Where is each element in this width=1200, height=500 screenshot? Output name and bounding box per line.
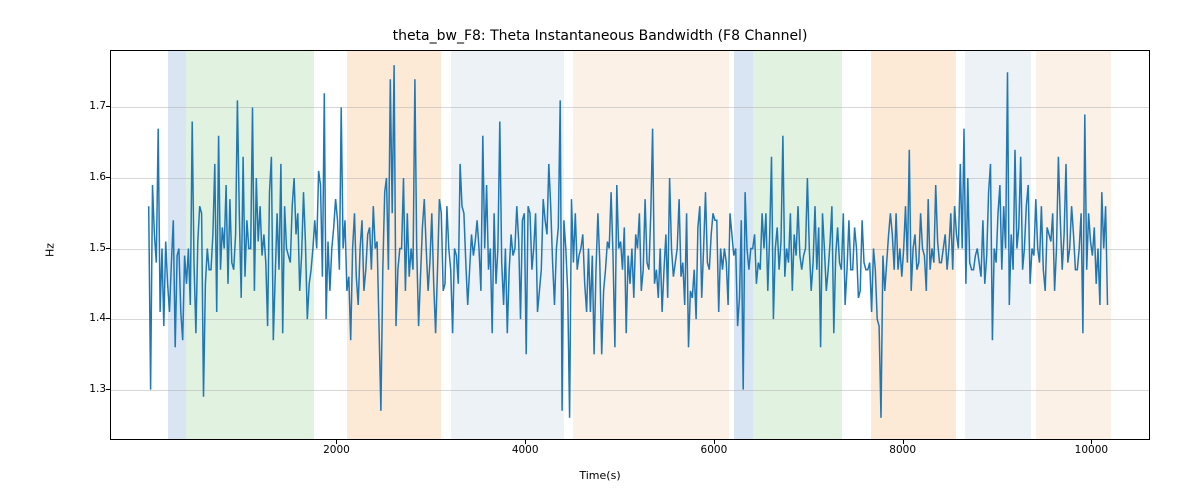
y-tick-label: 1.3 [66, 383, 106, 395]
chart-title: theta_bw_F8: Theta Instantaneous Bandwid… [0, 28, 1200, 44]
x-tick-label: 10000 [1075, 444, 1108, 456]
x-tick-label: 8000 [889, 444, 916, 456]
x-tick-label: 6000 [701, 444, 728, 456]
y-tick-label: 1.7 [66, 100, 106, 112]
series-line [149, 65, 1108, 418]
y-axis-label: Hz [44, 243, 57, 257]
x-tick-label: 4000 [512, 444, 539, 456]
line-series [111, 51, 1149, 439]
x-tick-label: 2000 [323, 444, 350, 456]
chart-container: theta_bw_F8: Theta Instantaneous Bandwid… [0, 0, 1200, 500]
y-tick-label: 1.6 [66, 171, 106, 183]
plot-area [110, 50, 1150, 440]
x-axis-label: Time(s) [0, 469, 1200, 482]
y-tick-label: 1.5 [66, 242, 106, 254]
y-tick-label: 1.4 [66, 312, 106, 324]
